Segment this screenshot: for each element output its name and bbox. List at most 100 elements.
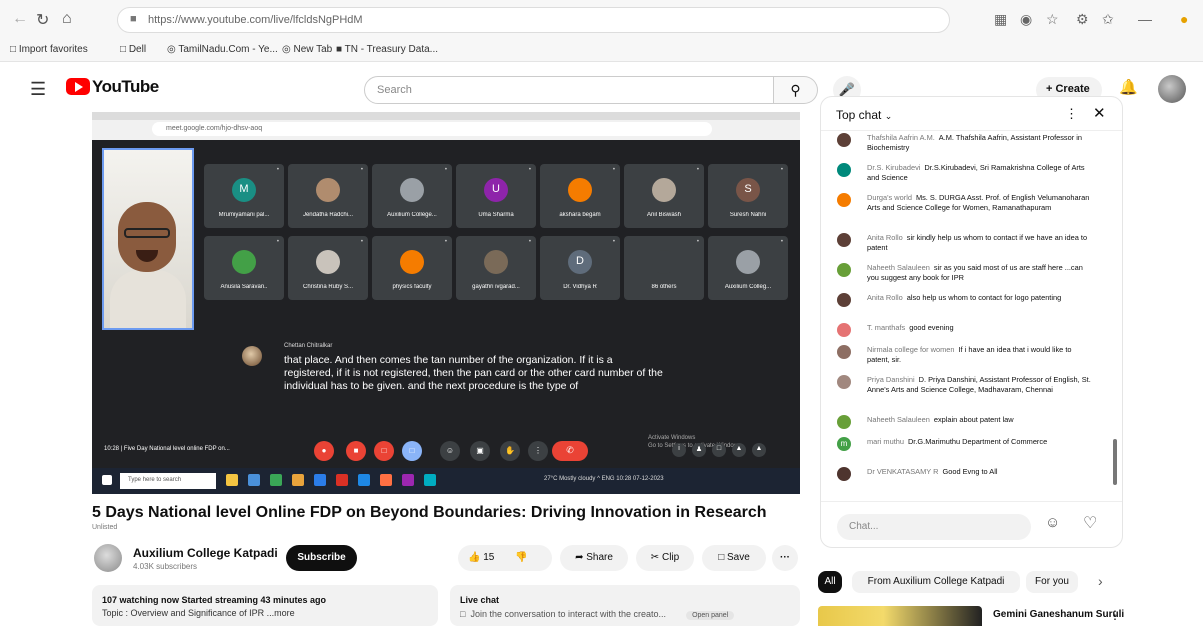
- address-bar[interactable]: ■ https://www.youtube.com/live/lfcldsNgP…: [117, 7, 950, 33]
- chat-author-name[interactable]: Dr.S. Kirubadevi: [867, 163, 920, 172]
- open-panel-button[interactable]: Open panel: [686, 611, 735, 620]
- chat-author-name[interactable]: T. manthafs: [867, 323, 905, 332]
- captions-icon: □: [374, 441, 394, 461]
- more-options-icon: ⋮: [528, 441, 548, 461]
- chat-author-avatar[interactable]: [837, 133, 851, 147]
- muted-mic-icon: •: [360, 167, 363, 173]
- bookmark-import-favorites[interactable]: □ Import favorites: [10, 44, 88, 55]
- chat-author-name[interactable]: Durga's world: [867, 193, 912, 202]
- recommendation-more-icon[interactable]: ⋮: [1109, 608, 1121, 622]
- youtube-play-icon: [66, 78, 90, 95]
- recommendation-title[interactable]: Gemini Ganeshanum Suruli: [993, 609, 1124, 620]
- hamburger-menu-icon[interactable]: ☰: [30, 79, 46, 100]
- chat-message-text: Dr.S. Kirubadevi Dr.S.Kirubadevi, Sri Ram…: [867, 163, 1095, 182]
- profile-icon[interactable]: ●: [1180, 11, 1188, 27]
- chat-message-list: Thafshila Aafrin A.M. A.M. Thafshila Aafr…: [821, 133, 1111, 501]
- taskbar-app-icon: [402, 474, 414, 486]
- favorites-icon[interactable]: ✩: [1102, 11, 1114, 28]
- like-button[interactable]: 👍 15: [468, 552, 494, 563]
- bookmarks-bar: □ Import favorites □ Dell ◎ TamilNadu.Co…: [0, 38, 1203, 62]
- read-aloud-icon[interactable]: ◉: [1020, 11, 1032, 28]
- refresh-icon[interactable]: ↻: [36, 10, 49, 30]
- taskbar-tray: 27°C Mostly cloudy ^ ENG 10:28 07-12-202…: [544, 476, 664, 482]
- back-arrow-icon[interactable]: ←: [12, 10, 28, 28]
- taskbar-app-icon: [292, 474, 304, 486]
- close-icon[interactable]: ✕: [1093, 104, 1106, 122]
- favorite-star-icon[interactable]: ☆: [1046, 11, 1059, 28]
- app-grid-icon[interactable]: ▦: [994, 11, 1007, 28]
- share-button[interactable]: ➦ Share: [560, 545, 628, 571]
- top-chat-dropdown[interactable]: Top chat ⌄: [836, 108, 892, 122]
- live-chat-label: Live chat: [460, 595, 500, 605]
- inner-address-bar: meet.google.com/hjo-dhsv-aoq: [152, 122, 712, 136]
- chat-author-avatar[interactable]: [837, 233, 851, 247]
- present-icon: □: [402, 441, 422, 461]
- chat-author-avatar[interactable]: [837, 375, 851, 389]
- share-arrow-icon: ➦: [575, 552, 584, 563]
- recommendation-thumbnail[interactable]: [818, 606, 982, 626]
- save-button[interactable]: □ Save: [702, 545, 766, 571]
- participant-avatar: [400, 178, 424, 202]
- chat-header: Top chat ⌄ ⋮ ✕: [821, 97, 1122, 131]
- chat-author-name[interactable]: Anita Rollo: [867, 293, 903, 302]
- search-input[interactable]: Search: [364, 76, 774, 104]
- chat-author-name[interactable]: Naheeth Salauleen: [867, 415, 930, 424]
- chat-message-text: Anita Rollo sir kindly help us whom to co…: [867, 233, 1095, 252]
- more-actions-button[interactable]: ···: [772, 545, 798, 571]
- home-icon[interactable]: ⌂: [62, 10, 72, 28]
- chip-for-you[interactable]: For you: [1026, 571, 1078, 593]
- chat-author-name[interactable]: Thafshila Aafrin A.M.: [867, 133, 935, 142]
- bookmark-tamilnadu[interactable]: ◎ TamilNadu.Com - Ye...: [167, 44, 278, 55]
- chat-author-avatar[interactable]: m: [837, 437, 851, 451]
- channel-avatar[interactable]: [94, 544, 122, 572]
- account-avatar[interactable]: [1158, 75, 1186, 103]
- chat-author-avatar[interactable]: [837, 345, 851, 359]
- subscribe-button[interactable]: Subscribe: [286, 545, 357, 571]
- clip-button[interactable]: ✂ Clip: [636, 545, 694, 571]
- chat-more-options-icon[interactable]: ⋮: [1065, 106, 1078, 122]
- chat-author-avatar[interactable]: [837, 467, 851, 481]
- notifications-bell-icon[interactable]: 🔔: [1119, 78, 1138, 96]
- speaker-video-tile: [102, 148, 194, 330]
- participant-name: Christina Ruby S...: [302, 284, 354, 290]
- bookmark-treasury[interactable]: ■ TN - Treasury Data...: [336, 44, 438, 55]
- extensions-icon[interactable]: ⚙: [1076, 11, 1089, 28]
- dislike-button[interactable]: 👎: [515, 552, 527, 563]
- chat-scrollbar[interactable]: [1113, 439, 1117, 485]
- bookmark-dell[interactable]: □ Dell: [120, 44, 146, 55]
- chat-author-avatar[interactable]: [837, 163, 851, 177]
- participant-name: Jendatha Radchi...: [302, 212, 354, 218]
- minimize-icon[interactable]: —: [1138, 11, 1152, 27]
- chat-author-name[interactable]: mari muthu: [867, 437, 904, 446]
- chat-author-avatar[interactable]: [837, 323, 851, 337]
- chat-author-name[interactable]: Naheeth Salauleen: [867, 263, 930, 272]
- chat-author-avatar[interactable]: [837, 193, 851, 207]
- chat-author-avatar[interactable]: [837, 293, 851, 307]
- emoji-icon[interactable]: ☺: [1045, 514, 1060, 531]
- live-caption: that place. And then comes the tan numbe…: [284, 354, 663, 392]
- description-box[interactable]: 107 watching now Started streaming 43 mi…: [92, 585, 438, 626]
- unlisted-badge: Unlisted: [92, 524, 118, 531]
- chat-author-name[interactable]: Nirmala college for women: [867, 345, 955, 354]
- taskbar-app-icon: [358, 474, 370, 486]
- chip-all[interactable]: All: [818, 571, 842, 593]
- participant-name: gayathri ivgarad...: [472, 284, 520, 290]
- chat-author-avatar[interactable]: [837, 263, 851, 277]
- bookmark-new-tab[interactable]: ◎ New Tab: [282, 44, 332, 55]
- chat-author-avatar[interactable]: [837, 415, 851, 429]
- heart-icon[interactable]: ♡: [1083, 513, 1097, 533]
- participant-name: Auxilium Colleg...: [724, 284, 772, 290]
- participant-tile: Auxilium Colleg... •: [708, 236, 788, 300]
- search-button[interactable]: ⚲: [774, 76, 818, 104]
- channel-name[interactable]: Auxilium College Katpadi: [133, 546, 278, 560]
- chat-author-name[interactable]: Dr VENKATASAMY R: [867, 467, 938, 476]
- video-player[interactable]: meet.google.com/hjo-dhsv-aoq M Mrumiyaman…: [92, 112, 800, 494]
- chevron-right-icon[interactable]: ›: [1098, 573, 1103, 589]
- participant-name: Uma Sharma: [478, 212, 514, 218]
- chat-input[interactable]: Chat...: [837, 514, 1031, 540]
- chip-from-channel[interactable]: From Auxilium College Katpadi: [852, 571, 1020, 593]
- chat-author-name[interactable]: Anita Rollo: [867, 233, 903, 242]
- participant-tile: 86 others •: [624, 236, 704, 300]
- windows-taskbar: Type here to search 27°C Mostly cloudy ^…: [92, 468, 800, 494]
- chat-author-name[interactable]: Priya Danshini: [867, 375, 915, 384]
